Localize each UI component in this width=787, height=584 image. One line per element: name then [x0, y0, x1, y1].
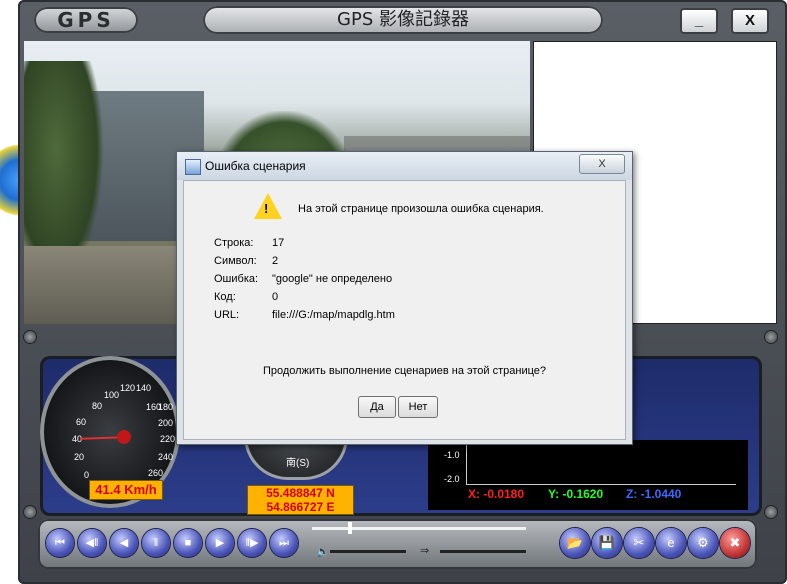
pause-icon[interactable]: ‖: [142, 529, 170, 557]
needle-hub: [117, 430, 131, 444]
char-value: 2: [272, 255, 279, 267]
speed-readout: 41.4 Km/h: [89, 480, 163, 500]
open-folder-icon[interactable]: 📂: [560, 528, 590, 558]
speed-tick: 80: [92, 401, 103, 411]
speed-tick: 100: [104, 390, 120, 400]
yes-button[interactable]: Да: [358, 396, 396, 418]
speed-tick: 0: [84, 470, 90, 480]
code-label: Код:: [214, 291, 236, 303]
seek-slider[interactable]: [312, 527, 526, 530]
play-reverse-icon[interactable]: ◀: [110, 529, 138, 557]
accelerometer-graph: -1.0 -2.0 X: -0.0180 Y: -0.1620 Z: -1.04…: [428, 440, 748, 510]
error-message: На этой странице произошла ошибка сценар…: [298, 203, 544, 215]
speed-tick: 240: [158, 452, 174, 462]
graph-y-label: -1.0: [444, 450, 460, 460]
volume-slider[interactable]: [330, 550, 406, 553]
close-button[interactable]: X: [731, 8, 769, 34]
warning-icon-mark: !: [264, 201, 269, 216]
x-value: X: -0.0180: [468, 487, 525, 501]
url-value: file:///G:/map/mapdlg.htm: [272, 309, 395, 321]
speed-tick: 220: [160, 434, 176, 444]
settings-icon[interactable]: ⚙: [688, 528, 718, 558]
seek-handle[interactable]: [348, 522, 352, 534]
coordinates-display: 55.488847 N 54.866727 E: [247, 485, 354, 515]
screw-icon: [24, 506, 36, 518]
dialog-titlebar: Ошибка сценария X: [177, 152, 632, 180]
stop-icon[interactable]: ■: [174, 529, 202, 557]
screw-icon: [765, 331, 777, 343]
no-button[interactable]: Нет: [398, 396, 438, 418]
desktop-icon-fragment: [0, 135, 18, 225]
url-label: URL:: [214, 309, 240, 321]
graph-axis: [466, 484, 736, 485]
z-value: Z: -1.0440: [626, 487, 682, 501]
play-icon[interactable]: ▶: [206, 529, 234, 557]
volume-icon: 🔈: [316, 546, 330, 558]
gps-logo: GPS: [34, 7, 138, 33]
char-label: Символ:: [214, 255, 257, 267]
line-value: 17: [272, 237, 285, 249]
error-value: "google" не определено: [272, 273, 393, 285]
graph-axis: [466, 440, 467, 484]
screw-icon: [24, 331, 36, 343]
minimize-button[interactable]: _: [680, 8, 718, 34]
speed-tick: 60: [76, 417, 87, 427]
dialog-close-button[interactable]: X: [579, 154, 625, 174]
screw-icon: [765, 506, 777, 518]
script-error-dialog: Ошибка сценария X ! На этой странице про…: [176, 151, 633, 445]
cut-icon[interactable]: ✂: [624, 528, 654, 558]
error-label: Ошибка:: [214, 273, 259, 285]
speed-tick: 260: [148, 468, 164, 478]
step-back-icon[interactable]: ◀‖: [78, 529, 106, 557]
line-label: Строка:: [214, 237, 254, 249]
speed-tick: 120: [120, 383, 136, 393]
internet-explorer-icon[interactable]: e: [656, 528, 686, 558]
window-title: GPS 影像記錄器: [203, 6, 603, 34]
skip-back-icon[interactable]: ⏮: [46, 529, 74, 557]
graph-y-label: -2.0: [444, 474, 460, 484]
dialog-app-icon: [185, 159, 201, 175]
continue-question: Продолжить выполнение сценариев на этой …: [262, 365, 547, 377]
speed-tick: 180: [158, 402, 174, 412]
speed-tick: 140: [136, 383, 152, 393]
compass-direction: 南(S): [286, 458, 310, 469]
skip-forward-icon[interactable]: ⏭: [270, 529, 298, 557]
code-value: 0: [272, 291, 279, 303]
y-value: Y: -0.1620: [548, 487, 604, 501]
save-icon[interactable]: 💾: [592, 528, 622, 558]
longitude: 54.866727 E: [266, 500, 335, 514]
playback-speed-slider[interactable]: [440, 550, 526, 553]
tools-icon[interactable]: ✖: [720, 528, 750, 558]
speed-tick: 200: [158, 418, 174, 428]
speed-tick: 20: [74, 452, 85, 462]
step-forward-icon[interactable]: ‖▶: [238, 529, 266, 557]
latitude: 55.488847 N: [266, 486, 335, 500]
dialog-title: Ошибка сценария: [205, 159, 306, 173]
speed-arrows-icon: ⇒: [420, 545, 430, 557]
